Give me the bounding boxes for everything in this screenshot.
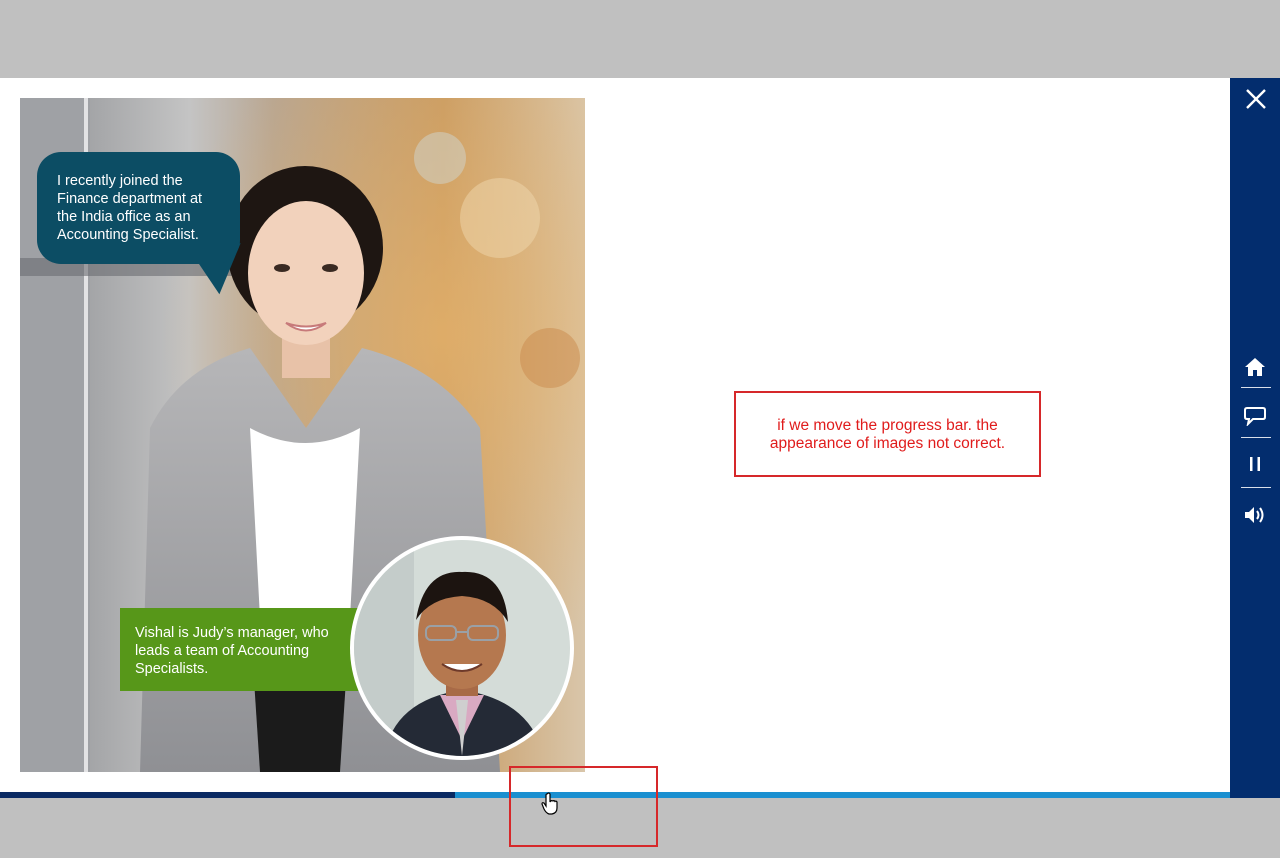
- close-icon: [1246, 89, 1266, 109]
- close-button[interactable]: [1243, 86, 1269, 112]
- top-backdrop: [0, 0, 1280, 78]
- hand-cursor-icon: [541, 792, 561, 816]
- manager-avatar: [350, 536, 574, 760]
- volume-icon: [1245, 507, 1264, 523]
- annotation-line-2: appearance of images not correct.: [769, 435, 1006, 452]
- sidebar-divider: [1241, 437, 1271, 438]
- pause-icon: [1250, 457, 1260, 471]
- player-sidebar: [1230, 78, 1280, 798]
- slide-stage: I recently joined the Finance department…: [0, 78, 1230, 792]
- speech-bubble: I recently joined the Finance department…: [37, 152, 240, 264]
- speech-bubble-text: I recently joined the Finance department…: [57, 173, 203, 243]
- pause-button[interactable]: [1240, 449, 1270, 479]
- caption-text: Vishal is Judy’s manager, who leads a te…: [135, 625, 329, 677]
- annotation-note: if we move the progress bar. the appeara…: [734, 391, 1041, 477]
- annotation-highlight-box: [509, 766, 658, 847]
- caption-box: Vishal is Judy’s manager, who leads a te…: [120, 608, 360, 691]
- home-icon: [1245, 358, 1265, 376]
- sidebar-divider: [1241, 487, 1271, 488]
- speech-bubble-icon: [1244, 407, 1266, 426]
- volume-button[interactable]: [1240, 500, 1270, 530]
- transcript-button[interactable]: [1240, 401, 1270, 431]
- sidebar-divider: [1241, 387, 1271, 388]
- annotation-line-1: if we move the progress bar. the: [777, 417, 998, 434]
- home-button[interactable]: [1240, 352, 1270, 382]
